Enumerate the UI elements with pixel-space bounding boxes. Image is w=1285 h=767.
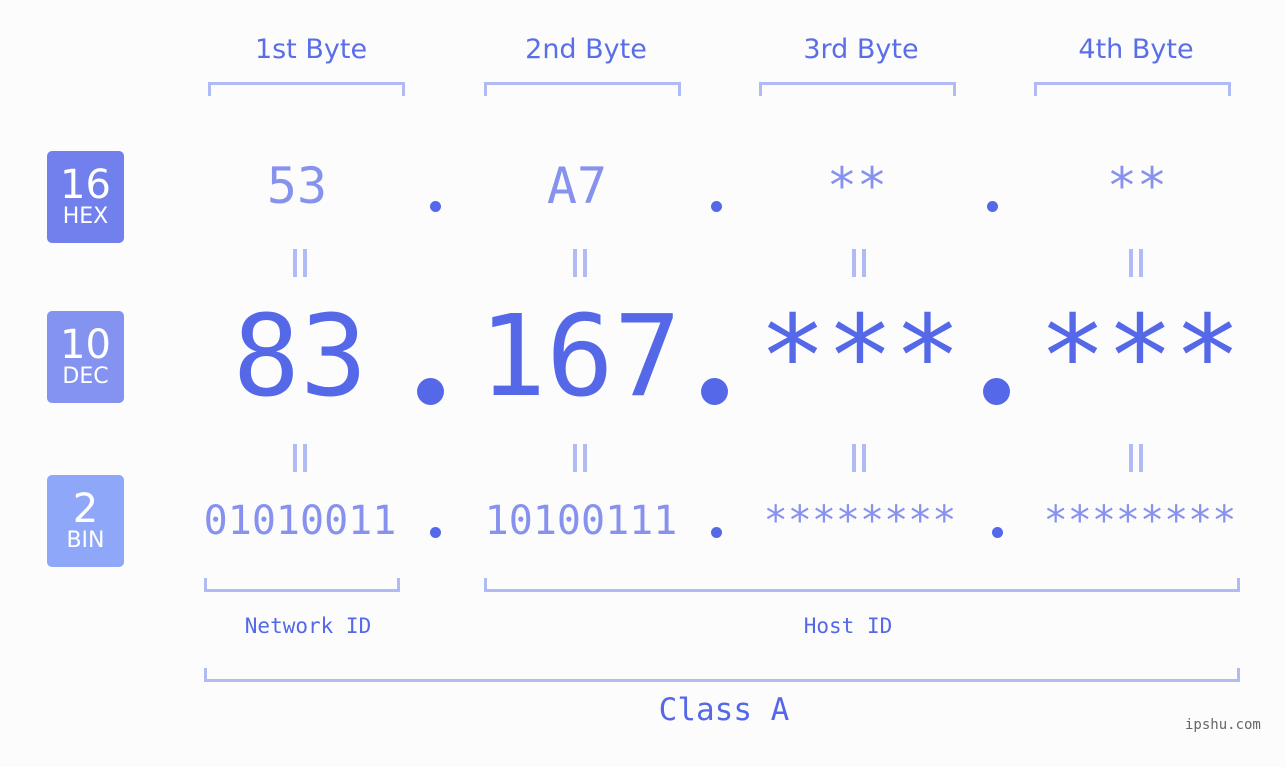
equals-icon bbox=[829, 246, 889, 286]
hex-base: 16 bbox=[60, 162, 111, 208]
dec-value-1: 83 bbox=[232, 292, 368, 422]
bin-value-1: 01010011 bbox=[203, 498, 397, 544]
network-id-bracket bbox=[204, 578, 400, 592]
equals-icon bbox=[550, 441, 610, 481]
dec-dot-2 bbox=[701, 378, 728, 405]
dec-dot-1 bbox=[417, 378, 444, 405]
host-id-bracket bbox=[484, 578, 1240, 592]
bin-value-3: ******** bbox=[763, 498, 957, 544]
byte-header-4: 4th Byte bbox=[1078, 34, 1194, 65]
hex-label: HEX bbox=[62, 204, 109, 229]
equals-icon bbox=[829, 441, 889, 481]
byte-header-1: 1st Byte bbox=[254, 34, 368, 65]
equals-icon bbox=[1106, 246, 1166, 286]
byte-bracket-3 bbox=[759, 82, 956, 96]
class-bracket bbox=[204, 668, 1240, 682]
bin-base: 2 bbox=[72, 486, 99, 532]
equals-icon bbox=[550, 246, 610, 286]
bin-dot-1 bbox=[430, 527, 441, 538]
bin-dot-2 bbox=[711, 527, 722, 538]
dec-label: DEC bbox=[62, 364, 109, 389]
bin-value-4: ******** bbox=[1043, 498, 1237, 544]
dec-badge: 10 DEC bbox=[47, 311, 124, 403]
equals-icon bbox=[1106, 441, 1166, 481]
hex-value-3: ** bbox=[826, 157, 888, 215]
dec-dot-3 bbox=[983, 378, 1010, 405]
network-id-label: Network ID bbox=[244, 614, 372, 638]
bin-value-2: 10100111 bbox=[484, 498, 678, 544]
dec-base: 10 bbox=[60, 322, 111, 368]
byte-bracket-4 bbox=[1034, 82, 1231, 96]
hex-dot-1 bbox=[430, 201, 441, 212]
hex-value-4: ** bbox=[1106, 157, 1168, 215]
bin-label: BIN bbox=[66, 528, 105, 553]
dec-value-3: *** bbox=[758, 292, 962, 422]
byte-header-2: 2nd Byte bbox=[525, 34, 647, 65]
hex-value-1: 53 bbox=[266, 157, 328, 215]
host-id-label: Host ID bbox=[803, 614, 893, 638]
dec-value-4: *** bbox=[1038, 292, 1242, 422]
byte-bracket-2 bbox=[484, 82, 681, 96]
equals-icon bbox=[270, 246, 330, 286]
hex-dot-2 bbox=[711, 201, 722, 212]
hex-badge: 16 HEX bbox=[47, 151, 124, 243]
hex-dot-3 bbox=[987, 201, 998, 212]
equals-icon bbox=[270, 441, 330, 481]
bin-dot-3 bbox=[992, 527, 1003, 538]
dec-value-2: 167 bbox=[478, 292, 682, 422]
bin-badge: 2 BIN bbox=[47, 475, 124, 567]
class-label: Class A bbox=[658, 692, 790, 728]
byte-header-3: 3rd Byte bbox=[803, 34, 919, 65]
watermark: ipshu.com bbox=[1185, 717, 1261, 733]
hex-value-2: A7 bbox=[546, 157, 608, 215]
byte-bracket-1 bbox=[208, 82, 405, 96]
